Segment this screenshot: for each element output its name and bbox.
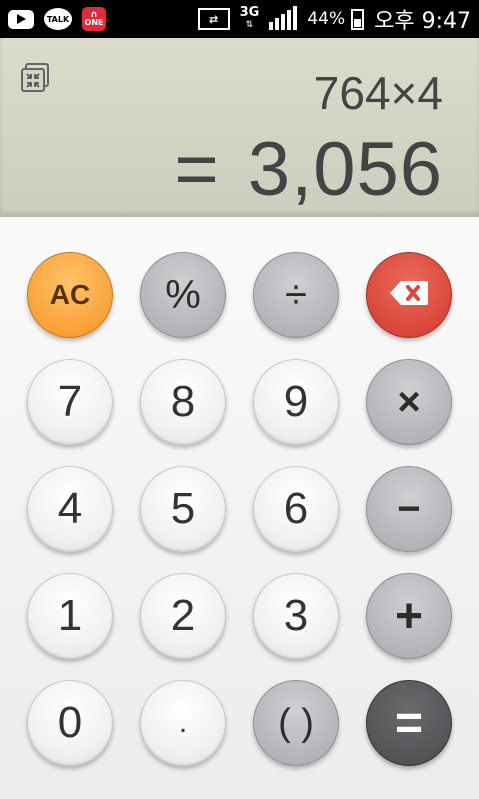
one-store-label: ONE: [84, 18, 104, 27]
network-type-indicator: 3G ⇅: [239, 5, 260, 31]
parentheses-button[interactable]: ( ): [253, 680, 339, 766]
network-type-label: 3G: [239, 5, 260, 20]
expression-text: 764×4: [313, 67, 443, 119]
youtube-icon: [8, 9, 34, 29]
digit-9-button[interactable]: 9: [253, 359, 339, 445]
result-equals-sign: =: [174, 127, 220, 212]
digit-5-button[interactable]: 5: [140, 466, 226, 552]
signal-strength-icon: [269, 6, 298, 30]
decimal-point-button[interactable]: .: [140, 680, 226, 766]
digit-2-button[interactable]: 2: [140, 573, 226, 659]
digit-7-button[interactable]: 7: [27, 359, 113, 445]
notification-icons: TALK ∩ ONE: [8, 7, 106, 31]
digit-6-button[interactable]: 6: [253, 466, 339, 552]
digit-0-button[interactable]: 0: [27, 680, 113, 766]
result-value: 3,056: [247, 127, 443, 212]
backspace-button[interactable]: [366, 252, 452, 338]
data-activity-icon: ⇅: [245, 20, 254, 30]
backspace-icon: [389, 279, 429, 312]
status-bar: TALK ∩ ONE ⇄ 3G ⇅ 44% 오후 9:47: [0, 0, 479, 38]
clock: 오후 9:47: [374, 9, 471, 34]
shrink-window-icon[interactable]: [20, 62, 52, 94]
battery-icon: [351, 8, 365, 30]
system-status: ⇄ 3G ⇅ 44% 오후 9:47: [197, 3, 471, 35]
battery-percent: 44%: [307, 9, 346, 29]
all-clear-button[interactable]: AC: [27, 252, 113, 338]
plus-button[interactable]: +: [366, 573, 452, 659]
digit-8-button[interactable]: 8: [140, 359, 226, 445]
keypad: AC % ÷ 7 8 9 × 4 5 6 − 1 2 3 + 0 . ( ) =: [0, 217, 479, 799]
digit-3-button[interactable]: 3: [253, 573, 339, 659]
calculator-display: 764×4 = 3,056: [0, 38, 479, 217]
equals-button[interactable]: =: [366, 680, 452, 766]
one-store-icon: ∩ ONE: [82, 7, 106, 31]
result-text: = 3,056: [174, 126, 443, 213]
percent-button[interactable]: %: [140, 252, 226, 338]
digit-1-button[interactable]: 1: [27, 573, 113, 659]
kakaotalk-icon: TALK: [44, 8, 72, 30]
divide-button[interactable]: ÷: [253, 252, 339, 338]
data-network-icon: ⇄: [197, 8, 230, 30]
multiply-button[interactable]: ×: [366, 359, 452, 445]
minus-button[interactable]: −: [366, 466, 452, 552]
digit-4-button[interactable]: 4: [27, 466, 113, 552]
